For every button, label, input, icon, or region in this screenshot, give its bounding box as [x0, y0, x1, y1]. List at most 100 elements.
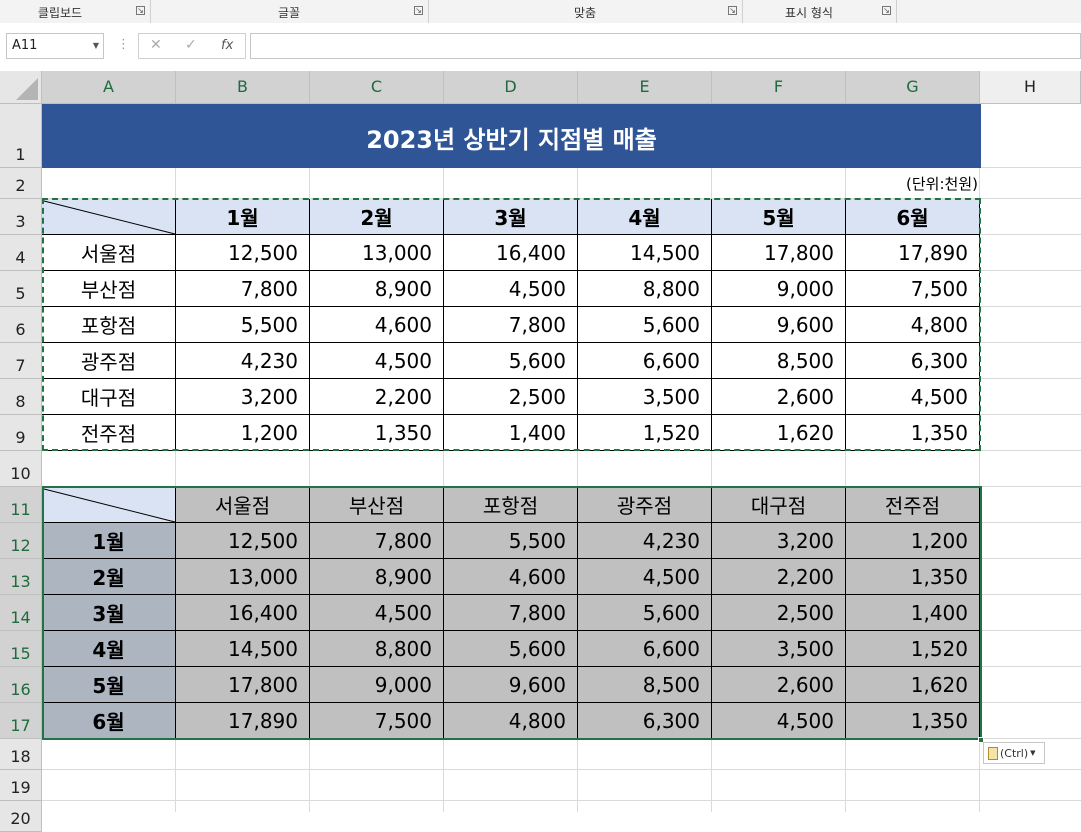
sales-value-cell[interactable]: 17,800 [712, 235, 846, 271]
sales-value-cell[interactable]: 6,600 [578, 343, 712, 379]
sales-value-cell[interactable]: 7,500 [846, 271, 980, 307]
sales-value-cell[interactable]: 7,800 [176, 271, 310, 307]
sales-value-cell[interactable]: 14,500 [176, 631, 310, 667]
sales-value-cell[interactable]: 4,500 [310, 343, 444, 379]
sales-value-cell[interactable]: 12,500 [176, 523, 310, 559]
sales-value-cell[interactable]: 6,300 [846, 343, 980, 379]
title-cell[interactable]: 2023년 상반기 지점별 매출 [42, 104, 981, 168]
sales-value-cell[interactable]: 1,620 [846, 667, 980, 703]
sales-value-cell[interactable]: 13,000 [176, 559, 310, 595]
sales-value-cell[interactable]: 5,500 [176, 307, 310, 343]
month-header-cell[interactable]: 2월 [310, 199, 444, 235]
sales-value-cell[interactable]: 1,400 [444, 415, 578, 451]
sales-value-cell[interactable]: 5,600 [444, 343, 578, 379]
month-header-cell[interactable]: 4월 [578, 199, 712, 235]
sales-value-cell[interactable]: 4,800 [444, 703, 578, 739]
sales-value-cell[interactable]: 8,800 [310, 631, 444, 667]
month-label-cell[interactable]: 5월 [42, 667, 176, 703]
sales-value-cell[interactable]: 4,230 [176, 343, 310, 379]
branch-header-cell[interactable]: 전주점 [846, 487, 980, 523]
sales-value-cell[interactable]: 7,800 [444, 307, 578, 343]
sales-value-cell[interactable]: 6,300 [578, 703, 712, 739]
sales-value-cell[interactable]: 5,600 [578, 307, 712, 343]
sales-value-cell[interactable]: 4,600 [444, 559, 578, 595]
sales-value-cell[interactable]: 16,400 [444, 235, 578, 271]
sales-value-cell[interactable]: 2,200 [712, 559, 846, 595]
sales-value-cell[interactable]: 9,600 [444, 667, 578, 703]
sales-value-cell[interactable]: 7,500 [310, 703, 444, 739]
month-label-cell[interactable]: 4월 [42, 631, 176, 667]
sales-value-cell[interactable]: 17,800 [176, 667, 310, 703]
sales-value-cell[interactable]: 9,000 [712, 271, 846, 307]
sales-value-cell[interactable]: 1,520 [846, 631, 980, 667]
sales-value-cell[interactable]: 8,800 [578, 271, 712, 307]
sales-value-cell[interactable]: 4,500 [712, 703, 846, 739]
sales-value-cell[interactable]: 17,890 [176, 703, 310, 739]
sales-value-cell[interactable]: 2,200 [310, 379, 444, 415]
sales-value-cell[interactable]: 1,350 [846, 559, 980, 595]
sales-value-cell[interactable]: 16,400 [176, 595, 310, 631]
sales-value-cell[interactable]: 13,000 [310, 235, 444, 271]
branch-name-cell[interactable]: 포항점 [42, 307, 176, 343]
sales-value-cell[interactable]: 3,200 [712, 523, 846, 559]
sales-value-cell[interactable]: 4,500 [578, 559, 712, 595]
sales-value-cell[interactable]: 2,600 [712, 379, 846, 415]
month-label-cell[interactable]: 2월 [42, 559, 176, 595]
month-label-cell[interactable]: 1월 [42, 523, 176, 559]
sales-value-cell[interactable]: 3,200 [176, 379, 310, 415]
branch-name-cell[interactable]: 서울점 [42, 235, 176, 271]
sales-value-cell[interactable]: 4,500 [310, 595, 444, 631]
sales-value-cell[interactable]: 2,500 [444, 379, 578, 415]
sales-value-cell[interactable]: 9,600 [712, 307, 846, 343]
branch-header-cell[interactable]: 부산점 [310, 487, 444, 523]
sales-value-cell[interactable]: 4,600 [310, 307, 444, 343]
sales-value-cell[interactable]: 4,500 [846, 379, 980, 415]
sales-value-cell[interactable]: 1,350 [846, 415, 980, 451]
paste-options-button[interactable]: (Ctrl) ▼ [983, 742, 1045, 764]
sales-value-cell[interactable]: 4,500 [444, 271, 578, 307]
sales-value-cell[interactable]: 2,600 [712, 667, 846, 703]
unit-label[interactable]: (단위:천원) [846, 168, 981, 199]
sales-value-cell[interactable]: 1,200 [846, 523, 980, 559]
sales-value-cell[interactable]: 8,500 [712, 343, 846, 379]
sales-value-cell[interactable]: 7,800 [444, 595, 578, 631]
sales-value-cell[interactable]: 5,600 [578, 595, 712, 631]
month-header-cell[interactable]: 5월 [712, 199, 846, 235]
sales-value-cell[interactable]: 1,200 [176, 415, 310, 451]
sales-value-cell[interactable]: 1,400 [846, 595, 980, 631]
branch-header-cell[interactable]: 서울점 [176, 487, 310, 523]
sales-value-cell[interactable]: 8,900 [310, 271, 444, 307]
sales-value-cell[interactable]: 1,620 [712, 415, 846, 451]
sales-value-cell[interactable]: 17,890 [846, 235, 980, 271]
sales-value-cell[interactable]: 14,500 [578, 235, 712, 271]
diagonal-header-cell[interactable] [42, 487, 176, 523]
branch-name-cell[interactable]: 광주점 [42, 343, 176, 379]
branch-name-cell[interactable]: 전주점 [42, 415, 176, 451]
sales-value-cell[interactable]: 2,500 [712, 595, 846, 631]
sales-value-cell[interactable]: 1,350 [310, 415, 444, 451]
sales-value-cell[interactable]: 5,500 [444, 523, 578, 559]
sales-value-cell[interactable]: 12,500 [176, 235, 310, 271]
sales-value-cell[interactable]: 3,500 [578, 379, 712, 415]
sales-value-cell[interactable]: 3,500 [712, 631, 846, 667]
month-header-cell[interactable]: 1월 [176, 199, 310, 235]
branch-header-cell[interactable]: 대구점 [712, 487, 846, 523]
sales-value-cell[interactable]: 5,600 [444, 631, 578, 667]
sales-value-cell[interactable]: 1,350 [846, 703, 980, 739]
sales-value-cell[interactable]: 8,500 [578, 667, 712, 703]
branch-name-cell[interactable]: 부산점 [42, 271, 176, 307]
sales-value-cell[interactable]: 9,000 [310, 667, 444, 703]
sales-value-cell[interactable]: 7,800 [310, 523, 444, 559]
sales-value-cell[interactable]: 6,600 [578, 631, 712, 667]
diagonal-header-cell[interactable] [42, 199, 176, 235]
branch-name-cell[interactable]: 대구점 [42, 379, 176, 415]
month-header-cell[interactable]: 3월 [444, 199, 578, 235]
month-label-cell[interactable]: 3월 [42, 595, 176, 631]
branch-header-cell[interactable]: 광주점 [578, 487, 712, 523]
sales-value-cell[interactable]: 4,230 [578, 523, 712, 559]
sales-value-cell[interactable]: 8,900 [310, 559, 444, 595]
branch-header-cell[interactable]: 포항점 [444, 487, 578, 523]
month-header-cell[interactable]: 6월 [846, 199, 980, 235]
sales-value-cell[interactable]: 1,520 [578, 415, 712, 451]
month-label-cell[interactable]: 6월 [42, 703, 176, 739]
